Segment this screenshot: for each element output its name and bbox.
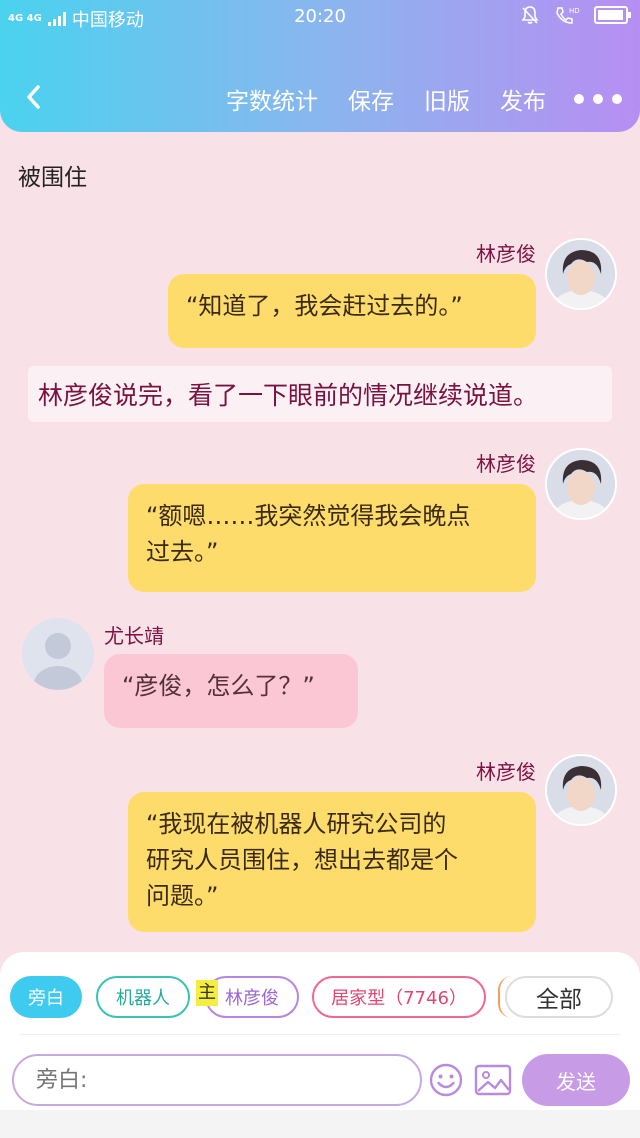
battery-fill <box>598 10 623 20</box>
chip-lin[interactable]: 林彦俊 <box>205 976 299 1018</box>
hd-call-icon: HD <box>556 7 580 24</box>
bell-off-icon <box>521 6 539 24</box>
default-avatar-icon <box>22 618 94 690</box>
more-icon[interactable] <box>574 94 622 104</box>
old-version-button[interactable]: 旧版 <box>424 82 470 116</box>
message-line: “我现在被机器人研究公司的 <box>146 810 447 838</box>
chip-robot[interactable]: 机器人 <box>96 976 190 1018</box>
message-line: 研究人员围住，想出去都是个 <box>146 846 458 874</box>
smile-icon <box>429 1063 463 1097</box>
top-header: 4G 4G 中国移动 20:20 HD 字数统计 保存 旧版 发布 <box>0 0 640 132</box>
nav-bar: 字数统计 保存 旧版 发布 <box>0 70 640 124</box>
chevron-left-icon <box>27 85 40 109</box>
message-line: “额嗯……我突然觉得我会晚点 <box>146 502 471 530</box>
back-button[interactable] <box>20 80 50 114</box>
chapter-title[interactable]: 被围住 <box>18 158 87 192</box>
image-button[interactable] <box>474 1063 512 1101</box>
svg-text:HD: HD <box>569 7 580 15</box>
speaker-name: 林彦俊 <box>476 452 536 476</box>
avatar-you[interactable] <box>22 618 94 690</box>
narration-line[interactable]: 林彦俊说完，看了一下眼前的情况继续说道。 <box>28 366 612 422</box>
male-avatar-icon <box>547 756 615 824</box>
chip-all[interactable]: 全部 <box>505 976 613 1018</box>
message-bubble[interactable]: “知道了，我会赶过去的。” <box>168 274 536 348</box>
status-right: HD <box>520 5 631 25</box>
divider <box>20 1034 620 1035</box>
speaker-name: 尤长靖 <box>104 624 164 648</box>
image-icon <box>474 1064 512 1096</box>
send-button[interactable]: 发送 <box>522 1054 630 1106</box>
publish-button[interactable]: 发布 <box>500 82 546 116</box>
role-chips: 旁白 机器人 林彦俊 居家型（7746） 全部 <box>0 976 640 1022</box>
avatar-lin[interactable] <box>545 238 617 310</box>
word-count-button[interactable]: 字数统计 <box>226 82 318 116</box>
message-bubble[interactable]: “彦俊，怎么了？” <box>104 654 358 728</box>
speaker-name: 林彦俊 <box>476 760 536 784</box>
speaker-name: 林彦俊 <box>476 242 536 266</box>
chip-narration[interactable]: 旁白 <box>10 976 82 1018</box>
message-input[interactable] <box>12 1054 422 1106</box>
battery-icon <box>594 6 631 24</box>
message-line: 过去。” <box>146 538 219 566</box>
message-bubble[interactable]: “我现在被机器人研究公司的 研究人员围住，想出去都是个 问题。” <box>128 792 536 932</box>
male-avatar-icon <box>547 240 615 308</box>
emoji-button[interactable] <box>428 1062 464 1102</box>
main-role-tag: 主 <box>196 980 218 1006</box>
avatar-lin[interactable] <box>545 448 617 520</box>
status-bar: 4G 4G 中国移动 20:20 HD <box>0 0 640 34</box>
bottom-strip <box>0 1110 640 1138</box>
save-button[interactable]: 保存 <box>348 82 394 116</box>
nav-actions: 字数统计 保存 旧版 发布 <box>226 82 640 116</box>
message-line: 问题。” <box>146 882 219 910</box>
avatar-lin[interactable] <box>545 754 617 826</box>
chip-home-robot[interactable]: 居家型（7746） <box>312 976 486 1018</box>
male-avatar-icon <box>547 450 615 518</box>
message-bubble[interactable]: “额嗯……我突然觉得我会晚点 过去。” <box>128 484 536 592</box>
